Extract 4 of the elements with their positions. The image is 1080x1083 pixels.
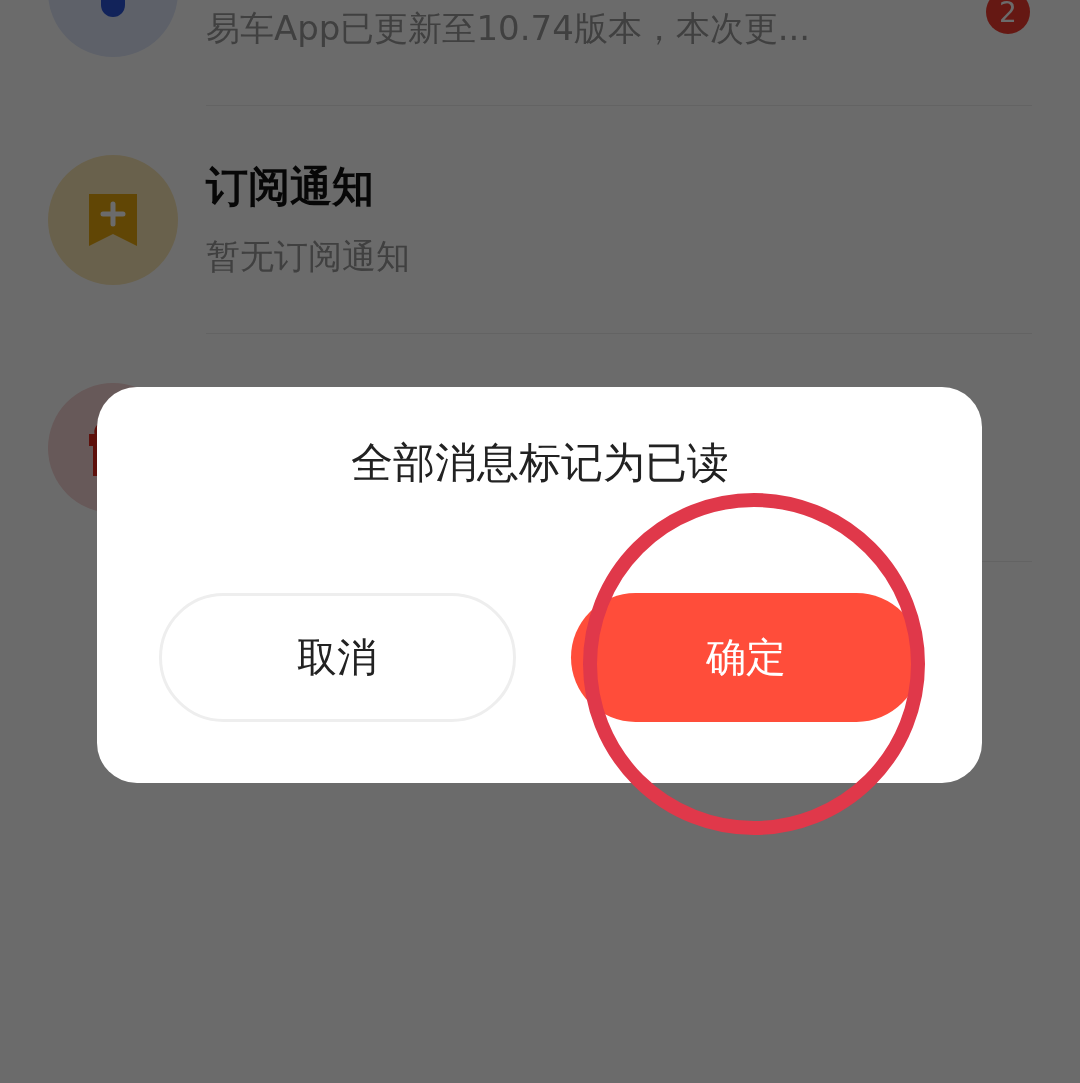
notification-title: 订阅通知 xyxy=(206,161,375,212)
cancel-button[interactable]: 取消 xyxy=(158,593,516,722)
dialog-message: 全部消息标记为已读 xyxy=(350,437,729,489)
unread-badge: 2 xyxy=(986,0,1030,34)
